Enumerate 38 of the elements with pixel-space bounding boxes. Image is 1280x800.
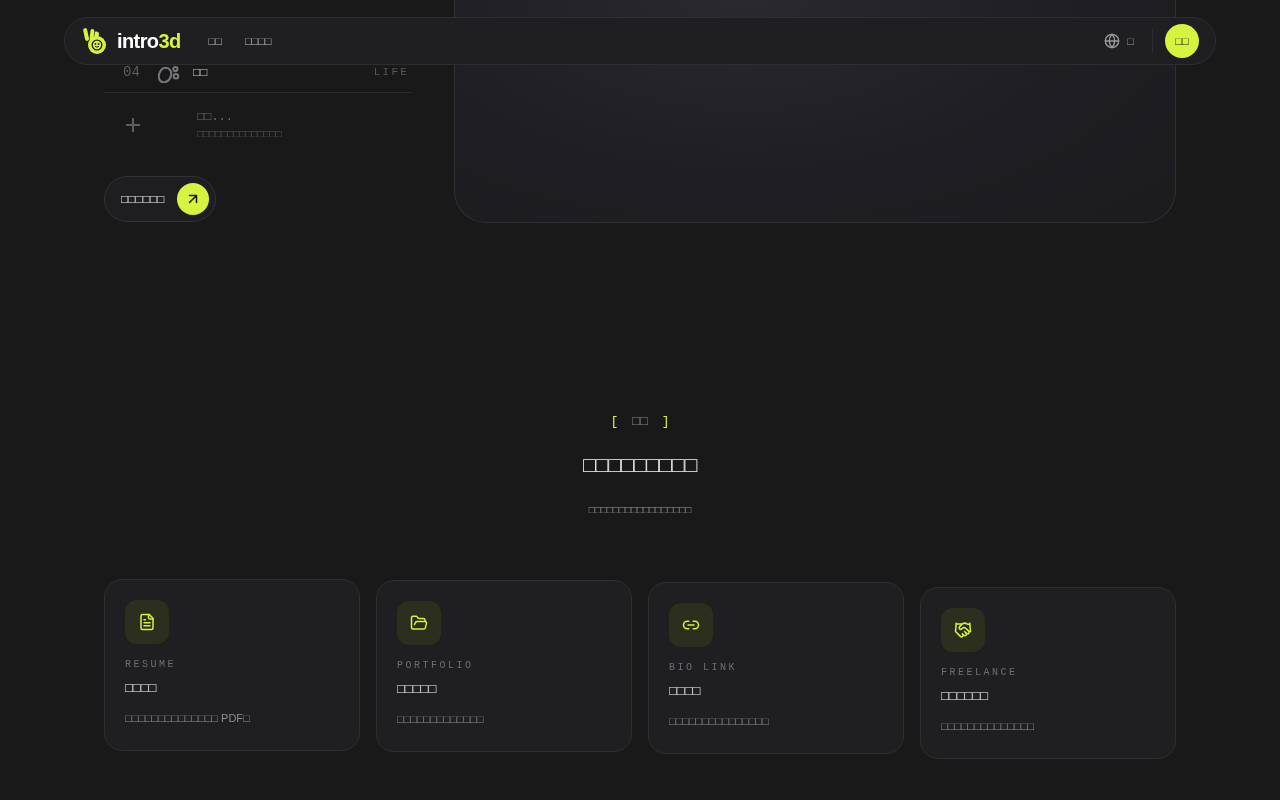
hand-logo-icon — [82, 27, 109, 55]
section-subtitle: □□□□□□□□□□□□□□□□□ — [588, 503, 692, 517]
service-card[interactable]: BIO LINK □□□□ □□□□□□□□□□□□□□□ — [648, 582, 904, 754]
shapes-icon — [158, 66, 180, 83]
card-eyebrow: RESUME — [125, 658, 176, 672]
brand-name[interactable]: intro3d — [117, 26, 181, 56]
item-label: □□ — [193, 66, 208, 78]
card-eyebrow: BIO LINK — [669, 661, 737, 675]
service-card[interactable]: RESUME □□□□ □□□□□□□□□□□□□□ PDF□ — [104, 579, 360, 751]
document-icon — [125, 600, 169, 644]
service-card[interactable]: PORTFOLIO □□□□□ □□□□□□□□□□□□□ — [376, 580, 632, 752]
handshake-icon — [941, 608, 985, 652]
add-item-title: □□... — [197, 109, 234, 125]
card-eyebrow: PORTFOLIO — [397, 659, 474, 673]
card-description: □□□□□□□□□□□□□ — [397, 712, 484, 727]
item-tag: LIFE — [373, 66, 409, 78]
folder-icon — [397, 601, 441, 645]
card-description: □□□□□□□□□□□□□□ PDF□ — [125, 711, 250, 726]
cta-button[interactable]: □□ — [1165, 24, 1199, 58]
nav-link[interactable]: □□ — [208, 32, 222, 50]
section-eyebrow: [ □□ ] — [610, 413, 670, 431]
card-title: □□□□ — [125, 679, 157, 697]
language-button[interactable]: □ — [1104, 32, 1134, 50]
card-eyebrow: FREELANCE — [941, 666, 1018, 680]
globe-icon — [1104, 33, 1121, 49]
card-description: □□□□□□□□□□□□□□□ — [669, 714, 769, 729]
card-title: □□□□□□ — [941, 687, 989, 705]
item-number: 04 — [123, 66, 141, 78]
add-item-hint: □□□□□□□□□□□□□□ — [197, 128, 282, 140]
plus-icon — [126, 117, 140, 132]
service-card[interactable]: FREELANCE □□□□□□ □□□□□□□□□□□□□□ — [920, 587, 1176, 759]
card-description: □□□□□□□□□□□□□□ — [941, 719, 1035, 734]
nav-link[interactable]: □□□□ — [244, 32, 272, 50]
create-button[interactable]: □□□□□□ — [104, 176, 216, 222]
link-icon — [669, 603, 713, 647]
section-title: □□□□□□□□□ — [582, 452, 698, 478]
card-title: □□□□□ — [397, 680, 437, 698]
card-title: □□□□ — [669, 682, 701, 700]
